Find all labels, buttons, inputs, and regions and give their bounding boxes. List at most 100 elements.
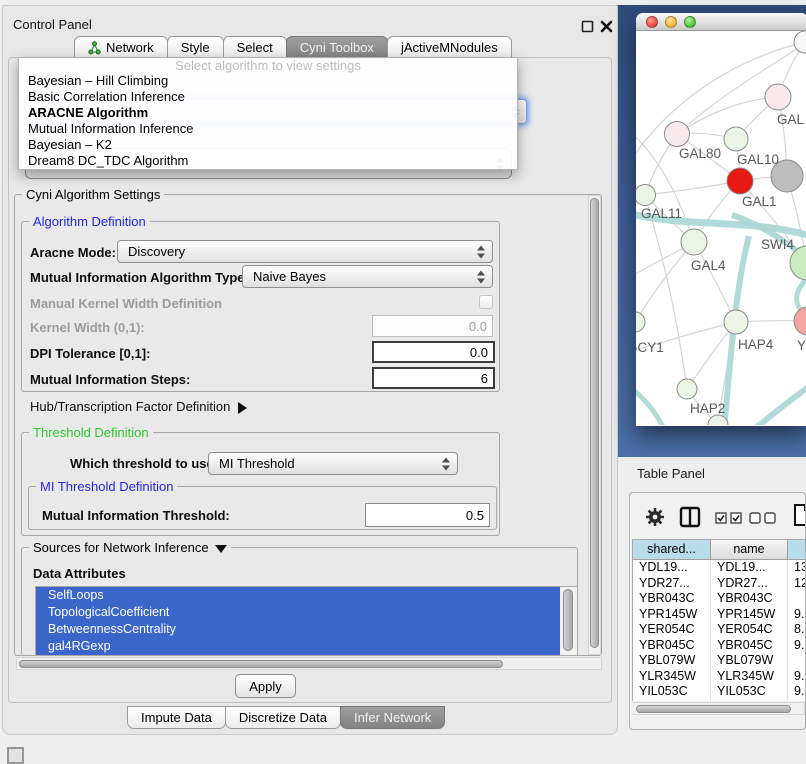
network-node-gal80[interactable] <box>665 122 690 147</box>
tab-infer-network[interactable]: Infer Network <box>340 706 445 729</box>
aracne-mode-combo[interactable]: Discovery <box>117 240 493 263</box>
network-graph[interactable]: GALGAL80GAL10GAL1GAL11GAL4SWI4YHAP4GCY1H… <box>636 31 806 425</box>
table-row[interactable]: YIL053CYIL053C9. <box>633 684 806 700</box>
network-node-gal11[interactable] <box>636 185 656 206</box>
tab-network[interactable]: Network <box>74 36 168 59</box>
table-cell[interactable]: YPR145W <box>633 607 711 623</box>
table-row[interactable]: YPR145WYPR145W9. <box>633 607 806 623</box>
minimize-traffic-light-icon[interactable] <box>665 16 677 28</box>
table-cell[interactable]: YBR043C <box>711 591 788 607</box>
network-node-hap2[interactable] <box>677 379 697 399</box>
algorithm-option-mutual-information-inference[interactable]: Mutual Information Inference <box>19 121 517 137</box>
node-table[interactable]: shared...name YDL19...YDL19...13YDR27...… <box>632 539 806 701</box>
settings-scrollbar-thumb[interactable] <box>590 198 599 648</box>
columns-icon[interactable] <box>679 506 701 528</box>
table-hscrollbar-track[interactable] <box>632 702 805 715</box>
table-cell[interactable]: YDL19... <box>711 560 788 576</box>
table-row[interactable]: YDR27...YDR27...12 <box>633 576 806 592</box>
which-threshold-combo[interactable]: MI Threshold <box>208 452 458 475</box>
attribute-item-topologicalcoefficient[interactable]: TopologicalCoefficient <box>36 604 560 621</box>
tab-impute-data[interactable]: Impute Data <box>127 706 226 729</box>
mi-type-combo[interactable]: Naive Bayes <box>242 265 493 288</box>
tab-jactivemnodules[interactable]: jActiveMNodules <box>387 36 512 59</box>
settings-hscrollbar-track[interactable] <box>16 657 602 670</box>
settings-hscrollbar-thumb[interactable] <box>19 660 503 668</box>
table-cell[interactable]: YDL19... <box>633 560 711 576</box>
attribute-item-betweennesscentrality[interactable]: BetweennessCentrality <box>36 621 560 638</box>
column-header-name[interactable]: name <box>711 540 788 560</box>
attribute-item-selfloops[interactable]: SelfLoops <box>36 587 560 604</box>
apply-button[interactable]: Apply <box>235 674 296 698</box>
table-cell[interactable]: YBR045C <box>711 638 788 654</box>
network-node-hap4[interactable] <box>724 310 748 334</box>
float-panel-icon[interactable] <box>581 20 594 33</box>
table-cell[interactable]: YIL053C <box>633 684 711 700</box>
network-node-gal4[interactable] <box>681 229 707 255</box>
tab-discretize-data[interactable]: Discretize Data <box>225 706 341 729</box>
table-cell[interactable]: 13 <box>788 560 806 576</box>
column-header-shared[interactable]: shared... <box>633 540 711 560</box>
hub-definition-toggle[interactable]: Hub/Transcription Factor Definition <box>30 399 247 414</box>
data-attributes-list[interactable]: SelfLoopsTopologicalCoefficientBetweenne… <box>35 586 578 656</box>
attributes-scrollbar-thumb[interactable] <box>563 589 573 651</box>
table-cell[interactable]: YER054C <box>711 622 788 638</box>
table-cell[interactable]: YBR045C <box>633 638 711 654</box>
table-row[interactable]: YBL079WYBL079W <box>633 653 806 669</box>
new-table-document-icon[interactable] <box>793 503 806 527</box>
close-icon[interactable] <box>600 20 613 33</box>
table-row[interactable]: YBR043CYBR043C <box>633 591 806 607</box>
table-cell[interactable]: YBL079W <box>711 653 788 669</box>
table-cell[interactable]: 9. <box>788 607 806 623</box>
network-window-titlebar[interactable] <box>636 13 806 31</box>
select-all-checkboxes-icon[interactable] <box>715 512 743 524</box>
gear-icon[interactable] <box>645 506 665 528</box>
algorithm-option-dream8-dc-tdc-algorithm[interactable]: Dream8 DC_TDC Algorithm <box>19 153 517 169</box>
table-cell[interactable]: 9. <box>788 638 806 654</box>
network-edge-weighted[interactable] <box>636 381 666 425</box>
table-cell[interactable]: 12 <box>788 576 806 592</box>
deselect-all-checkboxes-icon[interactable] <box>749 512 777 524</box>
attributes-scrollbar-track[interactable] <box>560 587 577 655</box>
network-edge[interactable] <box>677 97 778 134</box>
table-cell[interactable]: YBR043C <box>633 591 711 607</box>
network-node-gal[interactable] <box>765 84 791 110</box>
close-traffic-light-icon[interactable] <box>646 16 658 28</box>
table-row[interactable]: YLR345WYLR345W9. <box>633 669 806 685</box>
tab-select[interactable]: Select <box>223 36 287 59</box>
table-cell[interactable]: YDR27... <box>711 576 788 592</box>
network-edge-weighted[interactable] <box>752 383 806 425</box>
table-row[interactable]: YER054CYER054C8. <box>633 622 806 638</box>
network-view-canvas[interactable]: GALGAL80GAL10GAL1GAL11GAL4SWI4YHAP4GCY1H… <box>636 31 806 425</box>
kernel-width-field[interactable]: 0.0 <box>372 315 493 337</box>
table-cell[interactable]: 9. <box>788 684 806 700</box>
sources-group-title[interactable]: Sources for Network Inference <box>29 540 231 555</box>
network-edge[interactable] <box>694 242 736 322</box>
table-cell[interactable]: YDR27... <box>633 576 711 592</box>
column-header-partial[interactable] <box>788 540 806 560</box>
table-cell[interactable]: YBL079W <box>633 653 711 669</box>
table-cell[interactable]: YER054C <box>633 622 711 638</box>
table-cell[interactable]: 9. <box>788 669 806 685</box>
dpi-tolerance-field[interactable]: 0.0 <box>372 341 495 363</box>
table-cell[interactable]: YIL053C <box>711 684 788 700</box>
table-cell[interactable]: YLR345W <box>633 669 711 685</box>
network-edge[interactable] <box>636 242 694 322</box>
zoom-traffic-light-icon[interactable] <box>684 16 696 28</box>
table-row[interactable]: YBR045CYBR045C9. <box>633 638 806 654</box>
table-cell[interactable]: YLR345W <box>711 669 788 685</box>
mi-threshold-field[interactable]: 0.5 <box>365 503 490 527</box>
table-cell[interactable] <box>788 653 806 669</box>
network-node-gal1[interactable] <box>727 168 753 194</box>
algorithm-option-aracne-algorithm[interactable]: ARACNE Algorithm <box>19 105 517 121</box>
network-node-gal10[interactable] <box>724 127 748 151</box>
table-row[interactable]: YDL19...YDL19...13 <box>633 560 806 576</box>
mi-steps-field[interactable]: 6 <box>372 367 495 389</box>
network-node-y[interactable] <box>794 307 806 335</box>
attribute-item-gal4rgexp[interactable]: gal4RGexp <box>36 638 560 655</box>
table-cell[interactable]: 8. <box>788 622 806 638</box>
algorithm-option-bayesian-k2[interactable]: Bayesian – K2 <box>19 137 517 153</box>
network-edge[interactable] <box>645 181 740 195</box>
settings-scrollbar-track[interactable] <box>588 195 601 655</box>
tab-style[interactable]: Style <box>167 36 224 59</box>
algorithm-option-basic-correlation-inference[interactable]: Basic Correlation Inference <box>19 89 517 105</box>
